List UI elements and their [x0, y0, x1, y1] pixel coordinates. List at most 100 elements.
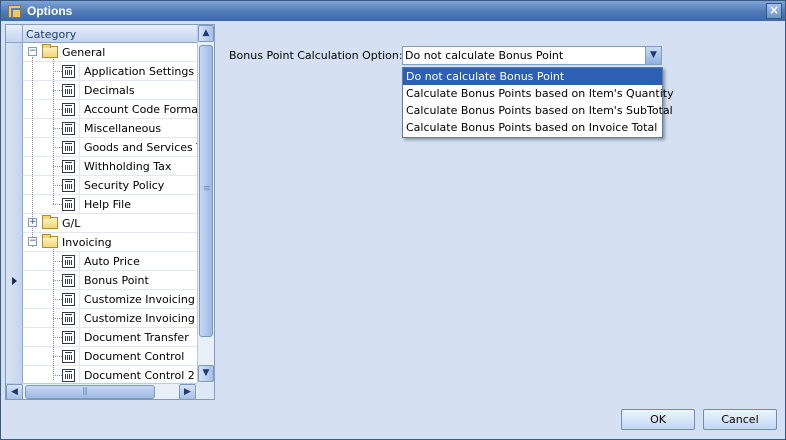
bonus-point-option-value: Do not calculate Bonus Point	[405, 49, 564, 62]
tree-row[interactable]: Document Transfer	[6, 328, 197, 347]
tree-row[interactable]: Decimals	[6, 81, 197, 100]
category-column-header[interactable]: Category	[26, 28, 76, 41]
ok-button[interactable]: OK	[621, 409, 695, 430]
settings-page-icon	[62, 65, 75, 78]
title-bar[interactable]: Options ×	[1, 1, 785, 21]
cell-separator	[79, 271, 80, 290]
scroll-right-button[interactable]: ▶	[179, 384, 196, 399]
tree-connector	[53, 261, 62, 262]
option-do-not-calculate[interactable]: Do not calculate Bonus Point	[403, 68, 662, 85]
settings-page-icon	[62, 103, 75, 116]
bonus-point-option-select[interactable]: Do not calculate Bonus Point ▼	[402, 46, 662, 65]
row-indicator[interactable]	[6, 81, 23, 100]
collapse-icon[interactable]: −	[28, 47, 37, 56]
row-indicator[interactable]	[6, 290, 23, 309]
tree-node-label: Customize Invoicing	[84, 293, 195, 306]
tree-row[interactable]: − Invoicing	[6, 233, 197, 252]
scroll-left-button[interactable]: ◀	[6, 384, 23, 399]
settings-page-icon	[62, 198, 75, 211]
tree-node-label: Bonus Point	[84, 274, 149, 287]
settings-page-icon	[62, 160, 75, 173]
tree-row[interactable]: Goods and Services Tax	[6, 138, 197, 157]
settings-page-icon	[62, 122, 75, 135]
current-row-indicator-icon[interactable]	[6, 271, 23, 290]
tree-row[interactable]: Document Control 2	[6, 366, 197, 383]
row-indicator[interactable]	[6, 119, 23, 138]
row-indicator[interactable]	[6, 43, 23, 62]
option-invoice-total[interactable]: Calculate Bonus Points based on Invoice …	[403, 119, 662, 136]
folder-icon	[42, 44, 58, 58]
settings-page-icon	[62, 369, 75, 382]
tree-row[interactable]: Miscellaneous	[6, 119, 197, 138]
tree-row[interactable]: Withholding Tax	[6, 157, 197, 176]
row-indicator[interactable]	[6, 195, 23, 214]
tree-connector	[53, 280, 62, 281]
settings-page-icon	[62, 350, 75, 363]
tree-node-label: Help File	[84, 198, 131, 211]
tree-row[interactable]: + G/L	[6, 214, 197, 233]
vertical-scrollbar[interactable]: ▲ ▼	[197, 25, 214, 383]
cell-separator	[79, 138, 80, 157]
tree-header: Category	[6, 25, 197, 43]
horizontal-scrollbar[interactable]: ◀ ▶	[6, 383, 197, 399]
tree-connector	[53, 337, 62, 338]
tree-row[interactable]: Document Control	[6, 347, 197, 366]
row-indicator[interactable]	[6, 100, 23, 119]
tree-node-label: G/L	[62, 217, 81, 230]
settings-page-icon	[62, 331, 75, 344]
tree-row[interactable]: − General	[6, 43, 197, 62]
tree-row[interactable]: Customize Invoicing 2	[6, 309, 197, 328]
row-indicator[interactable]	[6, 157, 23, 176]
row-indicator[interactable]	[6, 366, 23, 383]
tree-connector	[53, 90, 62, 91]
tree-connector	[53, 299, 62, 300]
settings-page-icon	[62, 84, 75, 97]
cancel-button[interactable]: Cancel	[703, 409, 777, 430]
cell-separator	[79, 309, 80, 328]
tree-row[interactable]: Account Code Format	[6, 100, 197, 119]
row-indicator[interactable]	[6, 62, 23, 81]
tree-connector	[53, 185, 62, 186]
row-indicator[interactable]	[6, 138, 23, 157]
tree-row[interactable]: Bonus Point	[6, 271, 197, 290]
dropdown-arrow-icon[interactable]: ▼	[645, 47, 661, 64]
tree-row[interactable]: Security Policy	[6, 176, 197, 195]
tree-node-label: General	[62, 46, 106, 59]
tree-node-label: Auto Price	[84, 255, 140, 268]
options-icon	[8, 4, 21, 18]
options-dialog: Options × Category − General Application S…	[0, 0, 786, 440]
expand-icon[interactable]: +	[28, 218, 37, 227]
tree-row[interactable]: Customize Invoicing	[6, 290, 197, 309]
tree-connector	[53, 356, 62, 357]
row-indicator[interactable]	[6, 309, 23, 328]
tree-node-label: Goods and Services Tax	[84, 141, 197, 154]
window-title: Options	[27, 4, 73, 18]
row-indicator[interactable]	[6, 328, 23, 347]
row-indicator[interactable]	[6, 252, 23, 271]
tree-connector	[53, 57, 54, 204]
row-indicator[interactable]	[6, 233, 23, 252]
vertical-scroll-thumb[interactable]	[199, 45, 213, 337]
horizontal-scroll-thumb[interactable]	[25, 385, 155, 399]
row-indicator[interactable]	[6, 214, 23, 233]
cell-separator	[79, 347, 80, 366]
scroll-down-button[interactable]: ▼	[198, 365, 214, 382]
cell-separator	[79, 81, 80, 100]
scroll-up-button[interactable]: ▲	[198, 25, 214, 42]
row-indicator[interactable]	[6, 347, 23, 366]
tree-connector	[53, 318, 62, 319]
tree-row[interactable]: Application Settings	[6, 62, 197, 81]
collapse-icon[interactable]: −	[28, 237, 37, 246]
option-items-quantity[interactable]: Calculate Bonus Points based on Item's Q…	[403, 85, 674, 102]
tree-row[interactable]: Auto Price	[6, 252, 197, 271]
settings-page-icon	[62, 312, 75, 325]
tree-row[interactable]: Help File	[6, 195, 197, 214]
settings-page-icon	[62, 274, 75, 287]
option-items-subtotal[interactable]: Calculate Bonus Points based on Item's S…	[403, 102, 673, 119]
tree-connector	[53, 128, 62, 129]
tree-connector	[53, 71, 62, 72]
settings-page-icon	[62, 141, 75, 154]
row-indicator[interactable]	[6, 176, 23, 195]
close-button[interactable]: ×	[766, 3, 782, 19]
cell-separator	[79, 290, 80, 309]
